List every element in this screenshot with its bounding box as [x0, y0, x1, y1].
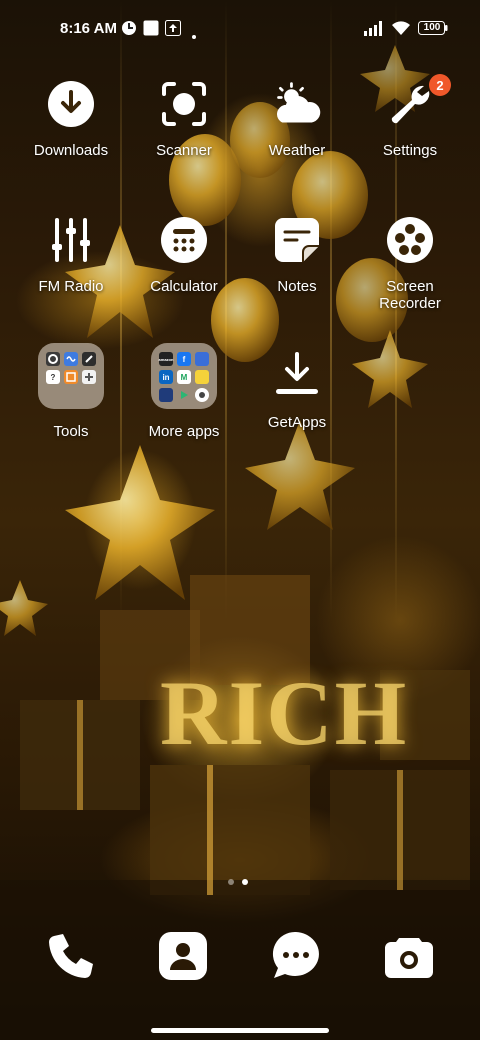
app-label-line2: Recorder	[379, 295, 441, 312]
app-getapps[interactable]: GetApps	[242, 352, 352, 431]
folder-icon: amazon f in M	[151, 343, 217, 409]
app-label: Notes	[277, 278, 317, 295]
notes-icon	[273, 216, 321, 264]
app-weather[interactable]: Weather	[242, 80, 352, 159]
getapps-icon	[273, 352, 321, 400]
mini-app-icon	[64, 352, 78, 366]
facebook-icon: f	[177, 352, 191, 366]
page-dot[interactable]	[228, 879, 234, 885]
app-fm-radio[interactable]: FM Radio	[16, 216, 126, 295]
app-calculator[interactable]: Calculator	[129, 216, 239, 295]
dock-contacts[interactable]	[157, 930, 209, 982]
dock-camera[interactable]	[383, 930, 435, 982]
app-settings[interactable]: 2 Settings	[355, 74, 465, 159]
camera-icon	[385, 938, 433, 978]
download-icon	[47, 80, 95, 128]
image-icon	[143, 20, 159, 36]
folder-more-apps[interactable]: amazon f in M More apps	[129, 343, 239, 440]
dock-messages[interactable]	[270, 930, 322, 982]
dock-phone[interactable]	[45, 930, 97, 982]
mini-app-icon: M	[177, 370, 191, 384]
messages-icon	[272, 931, 319, 978]
scanner-icon	[160, 80, 208, 128]
app-label: Settings	[382, 142, 438, 159]
app-label: Weather	[268, 142, 326, 159]
app-label: Screen Recorder	[355, 278, 465, 312]
status-time: 8:16 AM	[60, 20, 117, 37]
app-label: GetApps	[267, 414, 327, 431]
notification-badge: 2	[429, 74, 451, 96]
mini-app-icon	[195, 388, 209, 402]
app-notes[interactable]: Notes	[242, 216, 352, 295]
mini-app-icon	[64, 370, 78, 384]
mini-app-icon: ?	[46, 370, 60, 384]
play-store-icon	[177, 388, 191, 402]
upload-icon	[165, 20, 181, 36]
app-scanner[interactable]: Scanner	[129, 80, 239, 159]
mini-app-icon	[46, 352, 60, 366]
home-indicator[interactable]	[151, 1028, 329, 1033]
wrench-icon	[386, 80, 434, 128]
signal-icon	[364, 20, 386, 36]
app-label: Tools	[53, 423, 89, 440]
app-label: More apps	[148, 423, 220, 440]
wallpaper-rich-text: RICH	[160, 662, 409, 764]
equalizer-icon	[47, 216, 95, 264]
linkedin-icon: in	[159, 370, 173, 384]
mini-app-icon	[159, 388, 173, 402]
amazon-icon: amazon	[159, 352, 173, 366]
app-label: Scanner	[156, 142, 212, 159]
mini-app-icon	[195, 352, 209, 366]
mini-app-icon	[82, 352, 96, 366]
folder-icon: ?	[38, 343, 104, 409]
app-label: Downloads	[33, 142, 109, 159]
contacts-icon	[159, 932, 207, 980]
app-screen-recorder[interactable]: Screen Recorder	[355, 216, 465, 312]
page-dot-active[interactable]	[242, 879, 248, 885]
app-label: Calculator	[150, 278, 218, 295]
battery-icon: 100	[418, 21, 448, 37]
mini-app-icon	[82, 370, 96, 384]
mini-app-icon	[195, 370, 209, 384]
page-indicator[interactable]	[228, 879, 248, 885]
film-reel-icon	[386, 216, 434, 264]
app-label-line1: Screen	[386, 278, 434, 295]
battery-level: 100	[423, 22, 441, 33]
phone-icon	[48, 934, 93, 979]
folder-tools[interactable]: ? Tools	[16, 343, 126, 440]
weather-icon	[273, 80, 321, 128]
wifi-icon	[391, 20, 411, 36]
dot-icon	[192, 26, 196, 42]
calculator-icon	[160, 216, 208, 264]
notification-icon	[121, 20, 137, 36]
app-label: FM Radio	[38, 278, 104, 295]
status-bar: 8:16 AM 100	[0, 0, 480, 56]
app-downloads[interactable]: Downloads	[16, 80, 126, 159]
